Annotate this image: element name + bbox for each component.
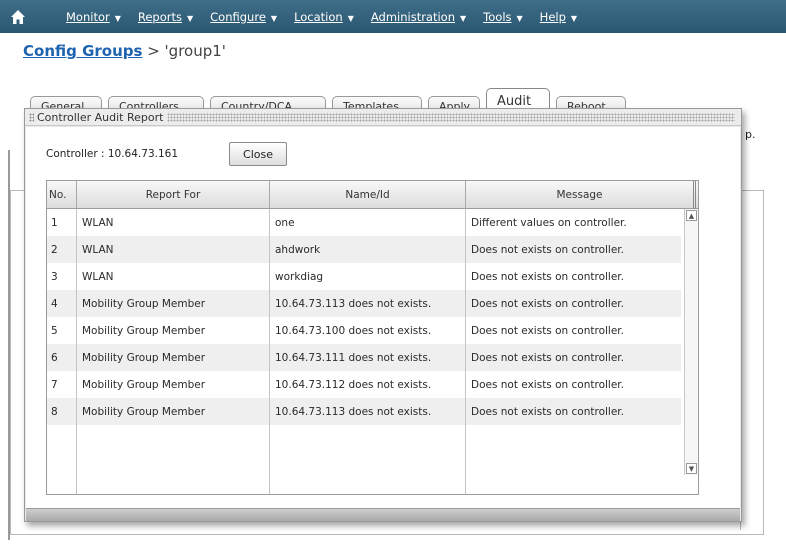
breadcrumb: Config Groups > 'group1'	[23, 42, 226, 60]
menu-label: Location	[294, 9, 343, 24]
cell-name-id: 10.64.73.100 does not exists.	[270, 317, 466, 344]
cell-name-id: 10.64.73.113 does not exists.	[270, 398, 466, 425]
menu-label: Help	[539, 9, 566, 24]
menu-location[interactable]: Location ▼	[294, 10, 354, 24]
table-row[interactable]: 7 Mobility Group Member 10.64.73.112 doe…	[47, 371, 681, 398]
menu-label: Administration	[370, 9, 456, 24]
table-body: 1 WLAN one Different values on controlle…	[47, 209, 681, 425]
chevron-down-icon: ▼	[270, 13, 278, 23]
menu-label: Monitor	[66, 9, 110, 24]
cell-report-for: WLAN	[77, 263, 270, 290]
close-button[interactable]: Close	[229, 142, 287, 166]
chevron-down-icon: ▼	[570, 13, 578, 23]
cell-report-for: Mobility Group Member	[77, 317, 270, 344]
table-row[interactable]: 3 WLAN workdiag Does not exists on contr…	[47, 263, 681, 290]
background-text: p.	[745, 128, 756, 141]
breadcrumb-current: 'group1'	[164, 42, 226, 60]
column-header-message[interactable]: Message	[466, 181, 696, 209]
chevron-down-icon: ▼	[347, 13, 354, 23]
drag-grip-icon	[29, 112, 34, 122]
home-button[interactable]	[0, 0, 36, 33]
cell-report-for: Mobility Group Member	[77, 344, 270, 371]
cell-message: Different values on controller.	[471, 216, 627, 229]
cell-name-id: one	[270, 209, 466, 236]
table-row[interactable]: 8 Mobility Group Member 10.64.73.113 doe…	[47, 398, 681, 425]
menu-label: Configure	[210, 9, 266, 24]
cell-message: Does not exists on controller.	[471, 351, 624, 364]
cell-name-id: 10.64.73.112 does not exists.	[270, 371, 466, 398]
cell-no: 2	[47, 236, 77, 263]
menu-monitor[interactable]: Monitor ▼	[66, 10, 121, 24]
menu-configure[interactable]: Configure ▼	[210, 10, 277, 24]
table-header: No. Report For Name/Id Message	[47, 181, 698, 209]
chevron-down-icon: ▼	[187, 13, 194, 23]
controller-label: Controller : 10.64.73.161	[46, 148, 178, 160]
menu-tools[interactable]: Tools ▼	[483, 10, 523, 24]
cell-no: 3	[47, 263, 77, 290]
table-row[interactable]: 6 Mobility Group Member 10.64.73.111 doe…	[47, 344, 681, 371]
cell-no: 5	[47, 317, 77, 344]
cell-name-id: 10.64.73.113 does not exists.	[270, 290, 466, 317]
menu-help[interactable]: Help ▼	[540, 10, 577, 24]
cell-no: 4	[47, 290, 77, 317]
scroll-up-arrow-icon[interactable]: ▲	[686, 210, 697, 221]
dialog-title-bar[interactable]: Controller Audit Report	[25, 109, 741, 126]
title-bar-grip	[167, 112, 735, 122]
cell-report-for: WLAN	[77, 236, 270, 263]
scroll-down-arrow-icon[interactable]: ▼	[686, 463, 697, 474]
home-icon	[11, 9, 25, 24]
chevron-down-icon: ▼	[460, 13, 467, 23]
cell-report-for: WLAN	[77, 209, 270, 236]
cell-report-for: Mobility Group Member	[77, 398, 270, 425]
menu-label: Tools	[483, 9, 512, 24]
cell-name-id: ahdwork	[270, 236, 466, 263]
column-header-name-id[interactable]: Name/Id	[270, 181, 466, 209]
cell-name-id: workdiag	[270, 263, 466, 290]
cell-message: Does not exists on controller.	[471, 378, 624, 391]
cell-no: 1	[47, 209, 77, 236]
table-row[interactable]: 4 Mobility Group Member 10.64.73.113 doe…	[47, 290, 681, 317]
top-nav-bar: Monitor ▼ Reports ▼ Configure ▼ Location ▼ A…	[0, 0, 786, 33]
dialog-title: Controller Audit Report	[37, 110, 164, 124]
cell-message: Does not exists on controller.	[471, 405, 624, 418]
menu-administration[interactable]: Administration ▼	[371, 10, 466, 24]
column-header-no[interactable]: No.	[47, 181, 77, 209]
table-row[interactable]: 5 Mobility Group Member 10.64.73.100 doe…	[47, 317, 681, 344]
cell-message: Does not exists on controller.	[471, 243, 624, 256]
dialog-body: Controller : 10.64.73.161 Close No. Repo…	[26, 127, 740, 508]
breadcrumb-separator: >	[142, 42, 165, 60]
cell-name-id: 10.64.73.111 does not exists.	[270, 344, 466, 371]
dialog-footer-bar	[26, 508, 740, 521]
menu-label: Reports	[137, 9, 182, 24]
audit-report-table: No. Report For Name/Id Message 1 WLAN on…	[46, 180, 699, 495]
column-header-report-for[interactable]: Report For	[77, 181, 270, 209]
cell-no: 8	[47, 398, 77, 425]
table-vertical-scrollbar[interactable]: ▲ ▼	[684, 209, 698, 475]
cell-report-for: Mobility Group Member	[77, 371, 270, 398]
table-row[interactable]: 1 WLAN one Different values on controlle…	[47, 209, 681, 236]
cell-report-for: Mobility Group Member	[77, 290, 270, 317]
cell-no: 7	[47, 371, 77, 398]
main-menu: Monitor ▼ Reports ▼ Configure ▼ Location ▼ A…	[66, 10, 594, 24]
chevron-down-icon: ▼	[114, 13, 121, 23]
menu-reports[interactable]: Reports ▼	[138, 10, 193, 24]
cell-message: Does not exists on controller.	[471, 270, 624, 283]
cell-message: Does not exists on controller.	[471, 324, 624, 337]
table-row[interactable]: 2 WLAN ahdwork Does not exists on contro…	[47, 236, 681, 263]
cell-message: Does not exists on controller.	[471, 297, 624, 310]
breadcrumb-config-groups-link[interactable]: Config Groups	[23, 42, 142, 60]
background-panel-divider	[740, 200, 762, 530]
cell-no: 6	[47, 344, 77, 371]
audit-report-dialog: Controller Audit Report Controller : 10.…	[24, 108, 742, 522]
chevron-down-icon: ▼	[516, 13, 523, 23]
